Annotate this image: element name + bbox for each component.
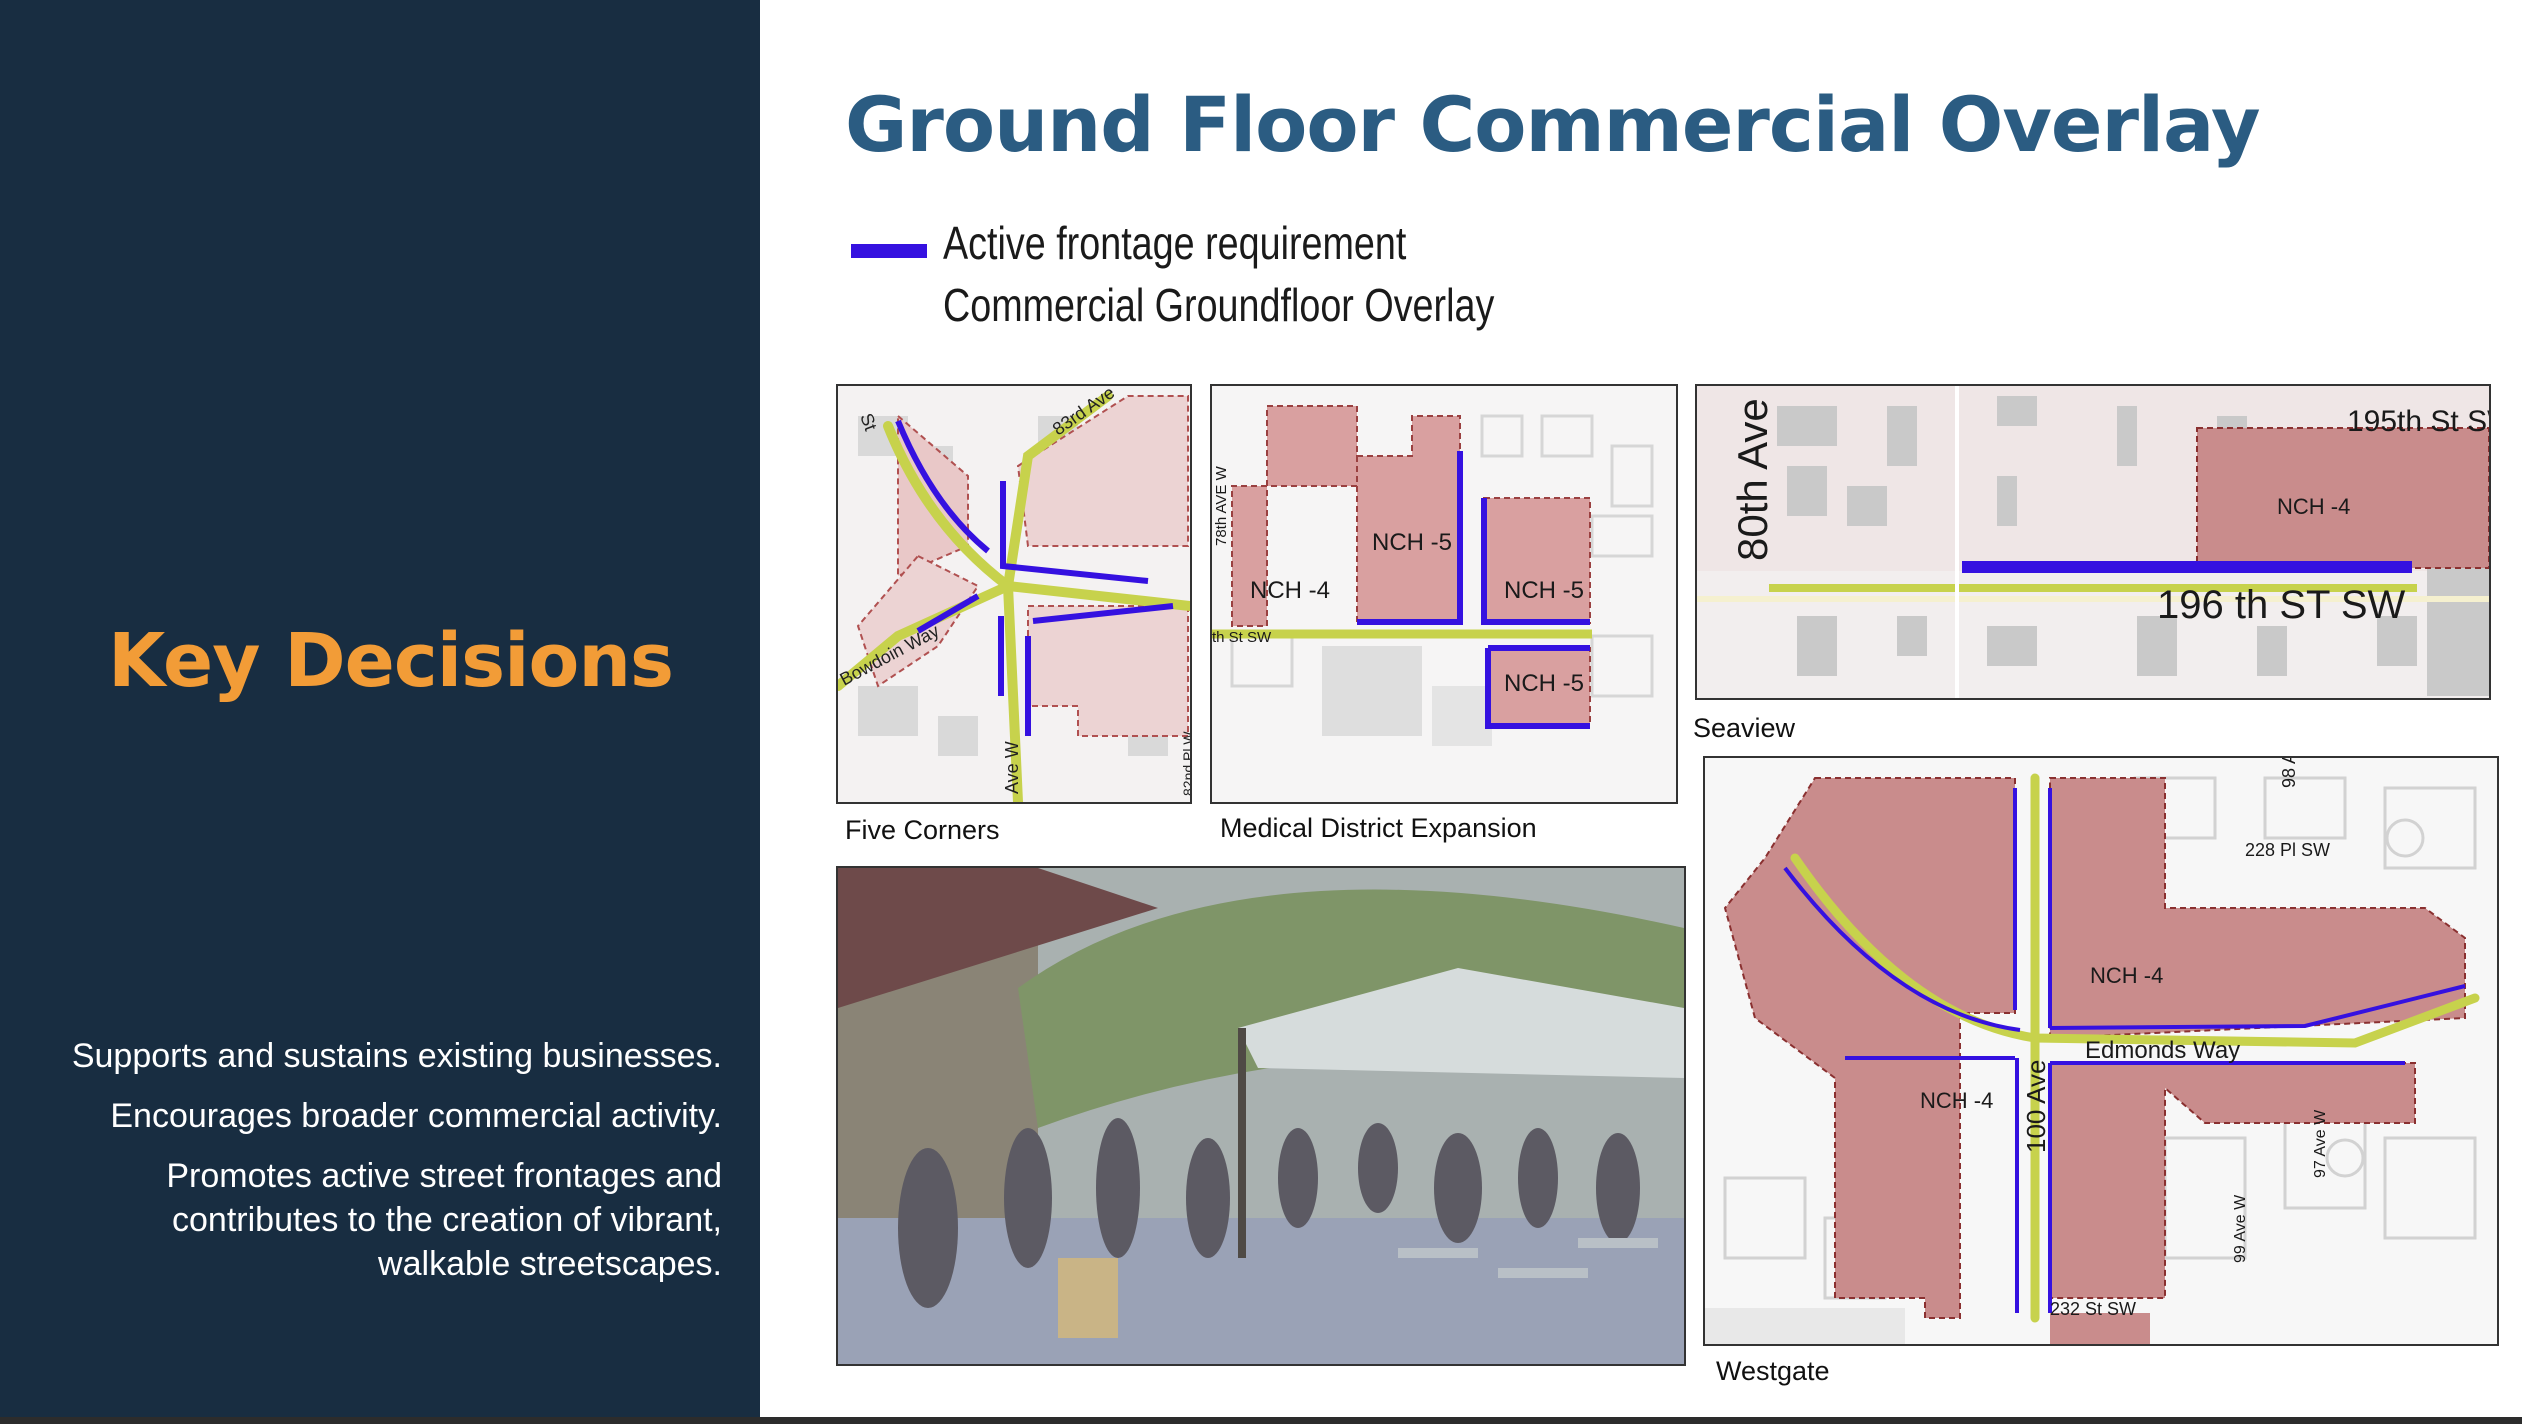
map-label: NCH -5 [1372,529,1452,556]
key-decisions-heading: Key Decisions [108,618,674,704]
caption-seaview: Seaview [1693,713,1796,743]
sidebar: Key Decisions Supports and sustains exis… [0,0,760,1424]
legend-label-active-frontage: Active frontage requirement [943,217,1407,269]
map-label: NCH -4 [2090,963,2163,988]
map-label: 228 Pl SW [2245,840,2330,860]
map-label: 100 Ave [2021,1059,2051,1153]
map-label: 78th AVE W [1213,465,1230,546]
map-label: NCH -5 [1504,670,1584,697]
map-five-corners: St 83rd Ave Bowdoin Way Ave W 82nd Pl W [836,384,1192,804]
caption-medical-district: Medical District Expansion [1220,813,1537,843]
caption-westgate: Westgate [1716,1356,1830,1386]
decision-item: Supports and sustains existing businesse… [71,1037,722,1075]
map-medical-district: 78th AVE W NCH -5 NCH -4 NCH -5 NCH -5 t… [1210,384,1678,804]
map-label: NCH -5 [1504,577,1584,604]
map-label: 196 th ST SW [2157,583,2406,627]
street-photo [836,866,1686,1366]
map-label: 195th St SW [2347,405,2489,438]
map-label: NCH -4 [1250,577,1330,604]
map-westgate: 98 A 228 Pl SW NCH -4 Edmonds Way NCH -4… [1703,756,2499,1346]
map-label: 82nd Pl W [1180,731,1190,796]
decision-item: Promotes active street frontages and con… [166,1157,722,1283]
key-decisions-list: Supports and sustains existing businesse… [0,1034,722,1302]
map-label: 80th Ave [1729,398,1776,561]
map-label: 98 A [2279,758,2299,788]
map-label: 99 Ave W [2232,1194,2249,1263]
map-label: Edmonds Way [2085,1037,2240,1064]
map-seaview: 80th Ave 195th St SW NCH -4 196 th ST SW [1695,384,2491,700]
map-label: Ave W [1002,741,1022,794]
legend: Active frontage requirement Commercial G… [943,212,1494,336]
caption-five-corners: Five Corners [845,815,1000,845]
page-title: Ground Floor Commercial Overlay [845,80,2260,169]
map-label: th St SW [1212,629,1272,646]
map-label: NCH -4 [2277,494,2350,519]
bottom-border [0,1417,2522,1424]
active-frontage-swatch [851,244,927,258]
decision-item: Encourages broader commercial activity. [110,1097,722,1135]
map-label: 97 Ave W [2312,1109,2329,1178]
map-label: NCH -4 [1920,1088,1993,1113]
legend-label-overlay: Commercial Groundfloor Overlay [943,279,1495,331]
map-label: 232 St SW [2050,1299,2136,1319]
